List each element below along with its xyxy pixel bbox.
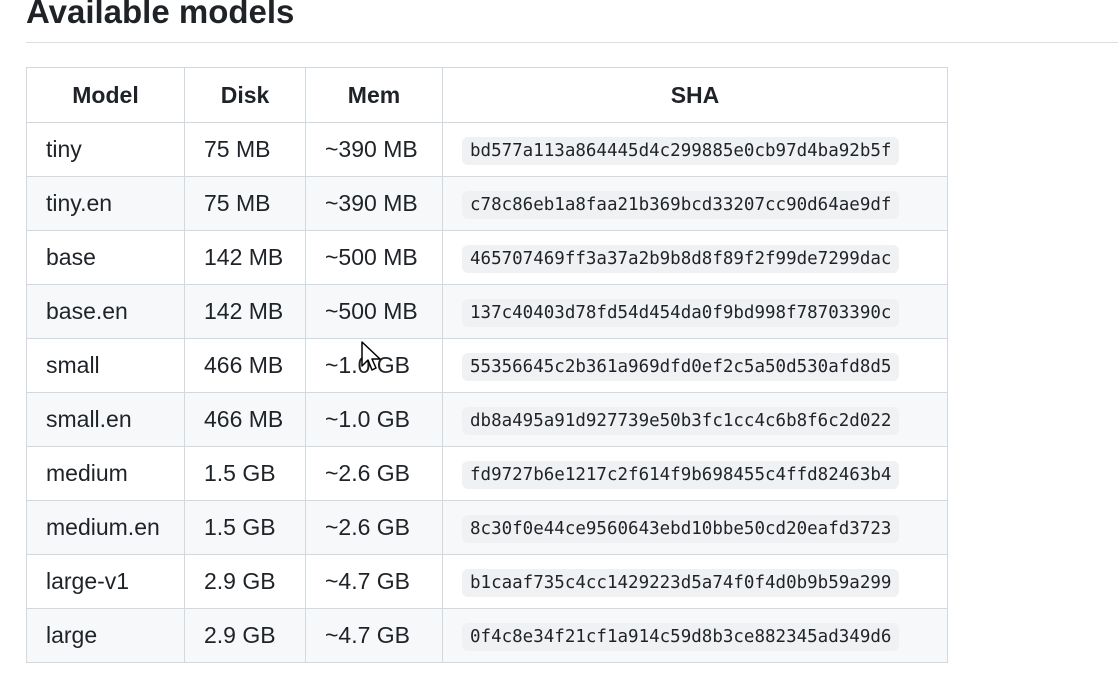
column-header-disk: Disk	[184, 67, 306, 123]
sha-hash: c78c86eb1a8faa21b369bcd33207cc90d64ae9df	[462, 190, 900, 219]
table-row: small 466 MB ~1.0 GB 55356645c2b361a969dfd0…	[26, 338, 948, 393]
sha-hash: b1caaf735c4cc1429223d5a74f0f4d0b9b59a299	[462, 568, 900, 597]
disk-size-cell: 142 MB	[184, 284, 306, 339]
model-name-cell: large	[26, 608, 185, 663]
sha-cell: 8c30f0e44ce9560643ebd10bbe50cd20eafd3723	[442, 500, 948, 555]
table-row: medium 1.5 GB ~2.6 GB fd9727b6e1217c2f614f9…	[26, 446, 948, 501]
table-row: base.en 142 MB ~500 MB 137c40403d78fd54d454…	[26, 284, 948, 339]
model-name-cell: medium	[26, 446, 185, 501]
sha-cell: db8a495a91d927739e50b3fc1cc4c6b8f6c2d022	[442, 392, 948, 447]
table-row: tiny.en 75 MB ~390 MB c78c86eb1a8faa21b369b…	[26, 176, 948, 231]
disk-size-cell: 2.9 GB	[184, 554, 306, 609]
disk-size-cell: 466 MB	[184, 392, 306, 447]
table-row: medium.en 1.5 GB ~2.6 GB 8c30f0e44ce9560643…	[26, 500, 948, 555]
sha-hash: 8c30f0e44ce9560643ebd10bbe50cd20eafd3723	[462, 514, 900, 543]
sha-cell: b1caaf735c4cc1429223d5a74f0f4d0b9b59a299	[442, 554, 948, 609]
memory-cell: ~4.7 GB	[305, 608, 443, 663]
table-row: large-v1 2.9 GB ~4.7 GB b1caaf735c4cc142922…	[26, 554, 948, 609]
table-row: small.en 466 MB ~1.0 GB db8a495a91d927739e5…	[26, 392, 948, 447]
column-header-model: Model	[26, 67, 185, 123]
mouse-pointer-icon	[361, 341, 381, 371]
sha-hash: 465707469ff3a37a2b9b8d8f89f2f99de7299dac	[462, 244, 900, 273]
column-header-sha: SHA	[442, 67, 948, 123]
models-table: Model Disk Mem SHA tiny 75 MB ~390 MB bd577…	[26, 67, 948, 663]
memory-cell: ~2.6 GB	[305, 500, 443, 555]
heading-divider	[26, 42, 1118, 43]
sha-hash: bd577a113a864445d4c299885e0cb97d4ba92b5f	[462, 136, 900, 165]
model-name-cell: tiny.en	[26, 176, 185, 231]
disk-size-cell: 142 MB	[184, 230, 306, 285]
disk-size-cell: 1.5 GB	[184, 500, 306, 555]
sha-cell: c78c86eb1a8faa21b369bcd33207cc90d64ae9df	[442, 176, 948, 231]
memory-cell: ~2.6 GB	[305, 446, 443, 501]
sha-hash: 0f4c8e34f21cf1a914c59d8b3ce882345ad349d6	[462, 622, 900, 651]
model-name-cell: base.en	[26, 284, 185, 339]
table-row: large 2.9 GB ~4.7 GB 0f4c8e34f21cf1a914c59d…	[26, 608, 948, 663]
disk-size-cell: 466 MB	[184, 338, 306, 393]
sha-hash: 55356645c2b361a969dfd0ef2c5a50d530afd8d5	[462, 352, 900, 381]
model-name-cell: tiny	[26, 122, 185, 177]
model-name-cell: large-v1	[26, 554, 185, 609]
sha-cell: 465707469ff3a37a2b9b8d8f89f2f99de7299dac	[442, 230, 948, 285]
model-name-cell: small	[26, 338, 185, 393]
sha-hash: fd9727b6e1217c2f614f9b698455c4ffd82463b4	[462, 460, 900, 489]
page: Available models Model Disk Mem SHA tiny…	[0, 0, 1118, 687]
model-name-cell: medium.en	[26, 500, 185, 555]
memory-cell: ~390 MB	[305, 176, 443, 231]
sha-cell: fd9727b6e1217c2f614f9b698455c4ffd82463b4	[442, 446, 948, 501]
table-row: tiny 75 MB ~390 MB bd577a113a864445d4c29988…	[26, 122, 948, 177]
memory-cell: ~500 MB	[305, 284, 443, 339]
memory-cell: ~390 MB	[305, 122, 443, 177]
sha-cell: 55356645c2b361a969dfd0ef2c5a50d530afd8d5	[442, 338, 948, 393]
model-name-cell: base	[26, 230, 185, 285]
table-header: Model Disk Mem SHA	[26, 67, 948, 123]
sha-hash: 137c40403d78fd54d454da0f9bd998f78703390c	[462, 298, 900, 327]
disk-size-cell: 75 MB	[184, 122, 306, 177]
disk-size-cell: 1.5 GB	[184, 446, 306, 501]
page-heading: Available models	[26, 0, 295, 30]
disk-size-cell: 2.9 GB	[184, 608, 306, 663]
memory-cell: ~1.0 GB	[305, 392, 443, 447]
table-body: tiny 75 MB ~390 MB bd577a113a864445d4c29988…	[26, 122, 948, 663]
sha-cell: 0f4c8e34f21cf1a914c59d8b3ce882345ad349d6	[442, 608, 948, 663]
sha-hash: db8a495a91d927739e50b3fc1cc4c6b8f6c2d022	[462, 406, 900, 435]
disk-size-cell: 75 MB	[184, 176, 306, 231]
memory-cell: ~4.7 GB	[305, 554, 443, 609]
column-header-mem: Mem	[305, 67, 443, 123]
memory-cell: ~500 MB	[305, 230, 443, 285]
table-row: base 142 MB ~500 MB 465707469ff3a37a2b9b8d8…	[26, 230, 948, 285]
sha-cell: 137c40403d78fd54d454da0f9bd998f78703390c	[442, 284, 948, 339]
header-row: Model Disk Mem SHA	[26, 67, 948, 123]
sha-cell: bd577a113a864445d4c299885e0cb97d4ba92b5f	[442, 122, 948, 177]
model-name-cell: small.en	[26, 392, 185, 447]
